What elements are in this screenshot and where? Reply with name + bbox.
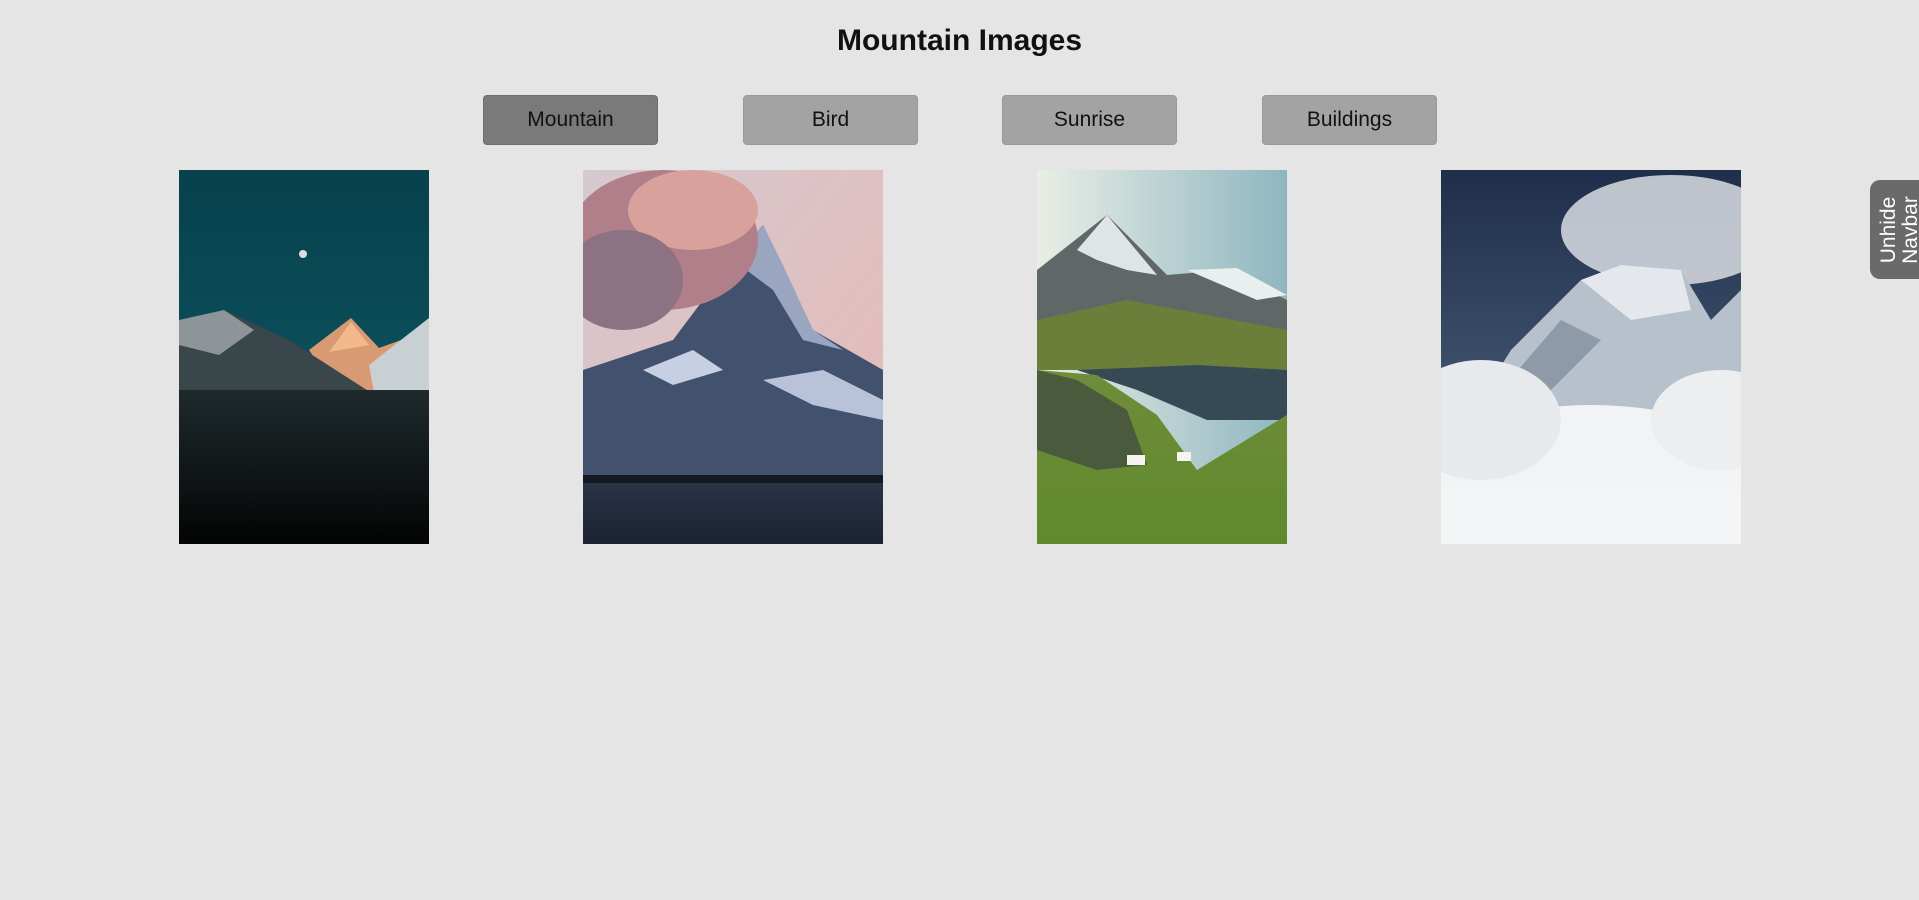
unhide-navbar-label-line1: Unhide <box>1877 196 1900 263</box>
mountain-photo-2[interactable] <box>583 170 883 544</box>
tab-bird[interactable]: Bird <box>743 95 918 145</box>
mountain-photo-3-image <box>1037 170 1287 544</box>
tab-mountain[interactable]: Mountain <box>483 95 658 145</box>
tab-sunrise[interactable]: Sunrise <box>1002 95 1177 145</box>
mountain-photo-4[interactable] <box>1441 170 1741 544</box>
unhide-navbar-label-line2: Navbar <box>1899 195 1919 264</box>
mountain-photo-4-image <box>1441 170 1741 544</box>
page-title: Mountain Images <box>836 24 1083 57</box>
unhide-navbar-button[interactable]: Unhide Navbar <box>1870 180 1919 279</box>
mountain-photo-1[interactable] <box>179 170 429 544</box>
mountain-photo-1-image <box>179 170 429 544</box>
tab-buildings[interactable]: Buildings <box>1262 95 1437 145</box>
mountain-photo-3[interactable] <box>1037 170 1287 544</box>
unhide-navbar-label: Unhide Navbar <box>1877 182 1919 278</box>
mountain-photo-2-image <box>583 170 883 544</box>
